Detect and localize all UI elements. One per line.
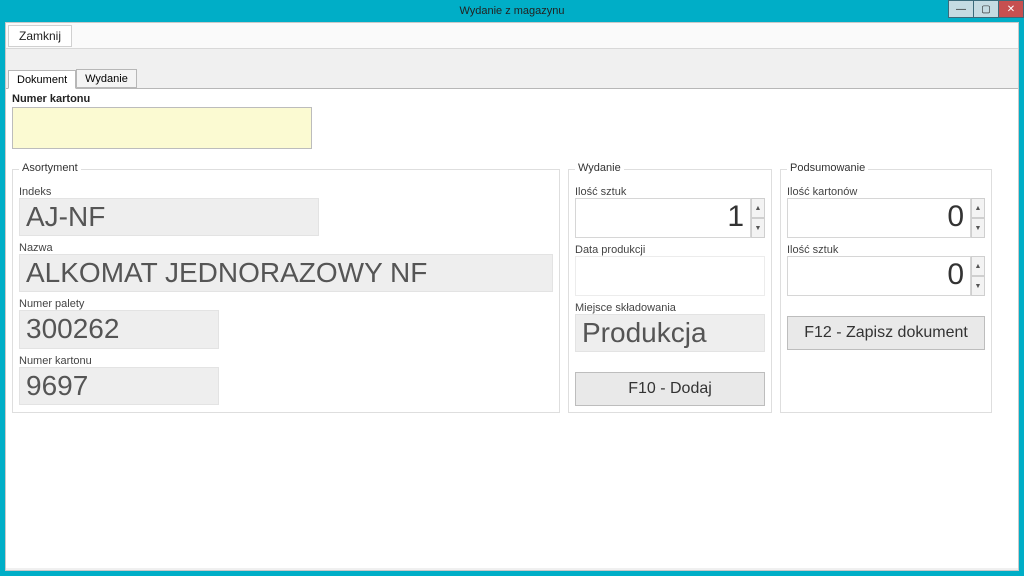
tab-dokument[interactable]: Dokument — [8, 70, 76, 89]
wyd-data-value — [575, 256, 765, 296]
numer-kartonu-label: Numer kartonu — [12, 93, 1012, 105]
numer-kartonu-input[interactable] — [12, 107, 312, 149]
zapisz-button[interactable]: F12 - Zapisz dokument — [787, 316, 985, 350]
dodaj-button[interactable]: F10 - Dodaj — [575, 372, 765, 406]
group-wydanie: Wydanie Ilość sztuk 1 ▲ ▼ Data produkcji… — [568, 169, 772, 413]
indeks-label: Indeks — [19, 186, 553, 198]
group-podsumowanie: Podsumowanie Ilość kartonów 0 ▲ ▼ Ilość … — [780, 169, 992, 413]
spin-down-icon[interactable]: ▼ — [751, 218, 765, 238]
tabstrip: Dokument Wydanie — [6, 67, 1018, 89]
pod-kartonow-spinner[interactable]: 0 ▲ ▼ — [787, 198, 985, 238]
paleta-value: 300262 — [19, 310, 219, 348]
indeks-value: AJ-NF — [19, 198, 319, 236]
karton-value: 9697 — [19, 367, 219, 405]
nazwa-value: ALKOMAT JEDNORAZOWY NF — [19, 254, 553, 292]
titlebar: Wydanie z magazynu — ▢ ✕ — [0, 0, 1024, 22]
spin-down-icon[interactable]: ▼ — [971, 276, 985, 296]
nazwa-label: Nazwa — [19, 242, 553, 254]
pod-sztuk-value[interactable]: 0 — [787, 256, 971, 296]
app-frame: Zamknij Dokument Wydanie Numer kartonu A… — [5, 22, 1019, 571]
tab-page-dokument: Numer kartonu Asortyment Indeks AJ-NF Na… — [6, 89, 1018, 568]
wyd-miejsce-value: Produkcja — [575, 314, 765, 352]
minimize-button[interactable]: — — [948, 0, 974, 18]
menubar: Zamknij — [6, 23, 1018, 49]
group-podsum-legend: Podsumowanie — [787, 162, 868, 174]
wyd-miejsce-label: Miejsce składowania — [575, 302, 765, 314]
spin-down-icon[interactable]: ▼ — [971, 218, 985, 238]
window-title: Wydanie z magazynu — [459, 5, 564, 17]
group-wydanie-legend: Wydanie — [575, 162, 624, 174]
tab-wydanie[interactable]: Wydanie — [76, 69, 137, 88]
window-controls: — ▢ ✕ — [949, 0, 1024, 20]
group-asortyment: Asortyment Indeks AJ-NF Nazwa ALKOMAT JE… — [12, 169, 560, 413]
spin-up-icon[interactable]: ▲ — [751, 198, 765, 218]
spin-up-icon[interactable]: ▲ — [971, 198, 985, 218]
group-asortyment-legend: Asortyment — [19, 162, 81, 174]
pod-sztuk-label: Ilość sztuk — [787, 244, 985, 256]
menu-close[interactable]: Zamknij — [8, 25, 72, 47]
paleta-label: Numer palety — [19, 298, 553, 310]
wyd-sztuk-value[interactable]: 1 — [575, 198, 751, 238]
pod-kartonow-value[interactable]: 0 — [787, 198, 971, 238]
wyd-data-label: Data produkcji — [575, 244, 765, 256]
pod-kartonow-label: Ilość kartonów — [787, 186, 985, 198]
wyd-sztuk-label: Ilość sztuk — [575, 186, 765, 198]
spin-up-icon[interactable]: ▲ — [971, 256, 985, 276]
maximize-button[interactable]: ▢ — [973, 0, 999, 18]
wyd-sztuk-spinner[interactable]: 1 ▲ ▼ — [575, 198, 765, 238]
close-button[interactable]: ✕ — [998, 0, 1024, 18]
pod-sztuk-spinner[interactable]: 0 ▲ ▼ — [787, 256, 985, 296]
karton-label: Numer kartonu — [19, 355, 553, 367]
